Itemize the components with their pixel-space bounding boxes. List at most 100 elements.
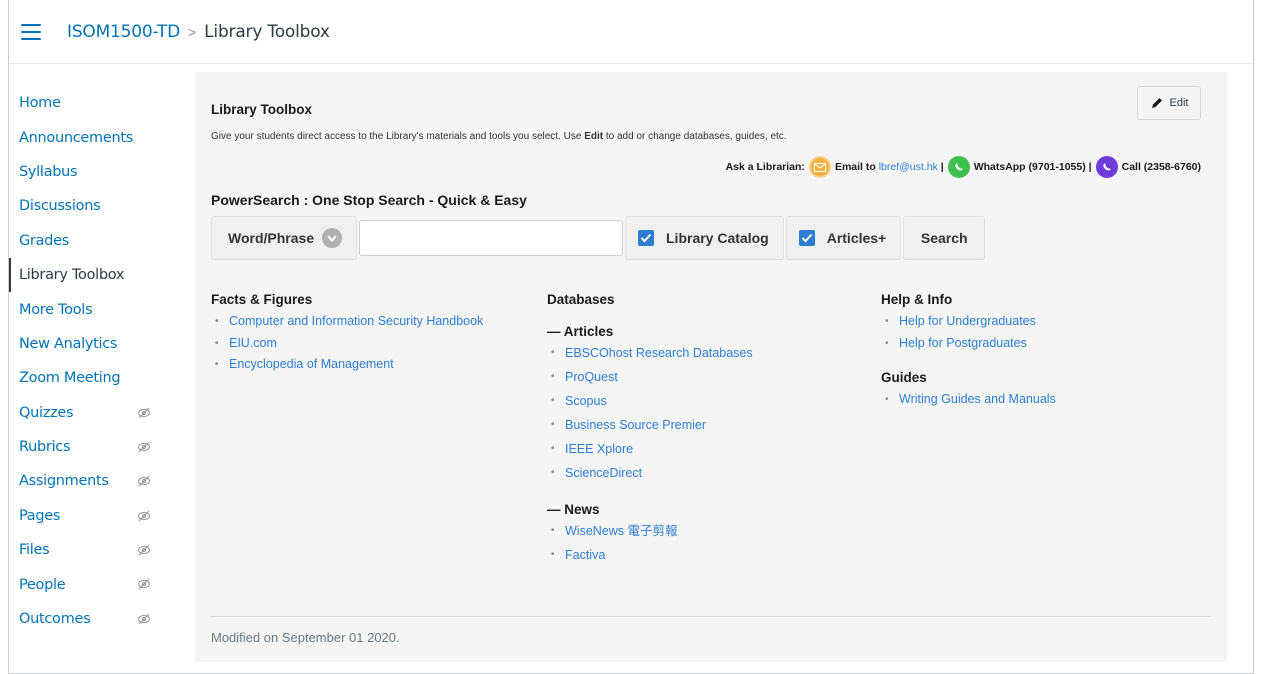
articles-heading: — Articles	[547, 324, 614, 339]
sidebar-item-more-tools[interactable]: More Tools	[9, 292, 179, 326]
resource-link[interactable]: IEEE Xplore	[547, 437, 753, 461]
checkbox-checked-icon	[638, 230, 654, 246]
separator: |	[1088, 161, 1092, 173]
course-navigation: Home Announcements Syllabus Discussions …	[9, 86, 179, 636]
facts-heading: Facts & Figures	[211, 292, 313, 307]
help-info-column: Help & Info Help for Undergraduates Help…	[881, 292, 1056, 411]
search-mode-value: Word/Phrase	[228, 230, 315, 246]
footer-divider	[211, 616, 1211, 617]
resource-link[interactable]: EBSCOhost Research Databases	[547, 341, 753, 365]
email-link[interactable]: lbref@ust.hk	[879, 161, 938, 173]
sidebar-item-label: Outcomes	[19, 611, 91, 628]
sidebar-item-label: Home	[19, 95, 61, 112]
resource-link[interactable]: Encyclopedia of Management	[211, 354, 483, 376]
whatsapp-text[interactable]: WhatsApp (9701-1055)	[974, 161, 1086, 173]
ask-a-librarian: Ask a Librarian: Email to lbref@ust.hk |…	[726, 156, 1201, 178]
breadcrumb-separator-icon: >	[187, 23, 197, 40]
resource-link[interactable]: Writing Guides and Manuals	[881, 389, 1056, 411]
resource-link[interactable]: Computer and Information Security Handbo…	[211, 311, 483, 333]
breadcrumb-course-link[interactable]: ISOM1500-TD	[67, 22, 180, 42]
sidebar-item-grades[interactable]: Grades	[9, 224, 179, 258]
resource-link[interactable]: Help for Postgraduates	[881, 333, 1056, 355]
facts-list: Computer and Information Security Handbo…	[211, 311, 483, 376]
powersearch-title: PowerSearch : One Stop Search - Quick & …	[211, 192, 527, 208]
databases-heading: Databases	[547, 292, 615, 307]
guides-heading: Guides	[881, 370, 927, 385]
edit-button[interactable]: Edit	[1137, 86, 1201, 120]
sidebar-item-assignments[interactable]: Assignments	[9, 464, 179, 498]
call-text[interactable]: Call (2358-6760)	[1122, 161, 1201, 173]
resource-link[interactable]: WiseNews 電子剪報	[547, 519, 753, 543]
hidden-eye-icon	[138, 544, 150, 556]
sidebar-item-label: New Analytics	[19, 335, 118, 352]
library-toolbox-content: Edit Library Toolbox Give your students …	[195, 72, 1227, 662]
sidebar-item-label: Pages	[19, 507, 61, 524]
description-bold: Edit	[584, 131, 604, 142]
sidebar-item-syllabus[interactable]: Syllabus	[9, 155, 179, 189]
sidebar-item-people[interactable]: People	[9, 567, 179, 601]
sidebar-item-label: Quizzes	[19, 404, 74, 421]
sidebar-item-label: Rubrics	[19, 439, 71, 456]
guides-list: Writing Guides and Manuals	[881, 389, 1056, 411]
help-list: Help for Undergraduates Help for Postgra…	[881, 311, 1056, 354]
sidebar-item-announcements[interactable]: Announcements	[9, 120, 179, 154]
resource-link[interactable]: ScienceDirect	[547, 461, 753, 485]
sidebar-item-label: More Tools	[19, 301, 93, 318]
sidebar-item-label: Syllabus	[19, 163, 78, 180]
edit-button-label: Edit	[1169, 97, 1189, 109]
hidden-eye-icon	[138, 407, 150, 418]
library-catalog-checkbox[interactable]: Library Catalog	[625, 216, 784, 260]
sidebar-item-outcomes[interactable]: Outcomes	[9, 602, 179, 636]
help-heading: Help & Info	[881, 292, 953, 307]
sidebar-item-label: Assignments	[19, 473, 109, 490]
hamburger-menu-icon[interactable]	[21, 23, 41, 40]
sidebar-item-discussions[interactable]: Discussions	[9, 189, 179, 223]
sidebar-item-new-analytics[interactable]: New Analytics	[9, 327, 179, 361]
hidden-eye-icon	[138, 613, 150, 625]
search-button[interactable]: Search	[903, 216, 986, 260]
phone-icon[interactable]	[1095, 156, 1118, 178]
sidebar-item-home[interactable]: Home	[9, 86, 179, 120]
resource-link[interactable]: ProQuest	[547, 365, 753, 389]
articles-list: EBSCOhost Research Databases ProQuest Sc…	[547, 341, 753, 485]
checkbox-label: Library Catalog	[666, 230, 769, 246]
sidebar-item-rubrics[interactable]: Rubrics	[9, 430, 179, 464]
resource-link[interactable]: Scopus	[547, 389, 753, 413]
whatsapp-icon[interactable]	[947, 156, 970, 178]
separator: |	[940, 161, 944, 173]
search-mode-select[interactable]: Word/Phrase	[211, 216, 357, 260]
facts-figures-column: Facts & Figures Computer and Information…	[211, 292, 483, 376]
articles-plus-checkbox[interactable]: Articles+	[785, 216, 902, 260]
sidebar-item-label: People	[19, 576, 66, 593]
sidebar-item-quizzes[interactable]: Quizzes	[9, 396, 179, 430]
ask-label: Ask a Librarian:	[725, 161, 805, 173]
email-icon[interactable]	[808, 156, 831, 178]
modified-date: Modified on September 01 2020.	[211, 630, 400, 645]
checkbox-checked-icon	[798, 230, 815, 246]
resource-link[interactable]: Help for Undergraduates	[881, 311, 1056, 333]
page-description: Give your students direct access to the …	[211, 131, 787, 142]
hidden-eye-icon	[138, 510, 150, 522]
resource-link[interactable]: Business Source Premier	[547, 413, 753, 437]
email-prefix: Email to	[834, 161, 876, 173]
chevron-down-icon	[322, 228, 343, 248]
sidebar-item-label: Files	[19, 542, 50, 559]
top-bar: ISOM1500-TD > Library Toolbox	[9, 0, 1253, 64]
sidebar-item-label: Zoom Meeting	[19, 370, 121, 387]
pencil-icon	[1151, 98, 1162, 108]
sidebar-item-pages[interactable]: Pages	[9, 499, 179, 533]
page-title: Library Toolbox	[211, 102, 313, 117]
search-input[interactable]	[359, 220, 623, 256]
description-text: Give your students direct access to the …	[211, 131, 585, 142]
resource-link[interactable]: EIU.com	[211, 333, 483, 355]
powersearch-bar: Word/Phrase Library Catalog Articles+ Se…	[211, 216, 986, 260]
sidebar-item-files[interactable]: Files	[9, 533, 179, 567]
sidebar-item-zoom-meeting[interactable]: Zoom Meeting	[9, 361, 179, 395]
sidebar-item-label: Library Toolbox	[19, 267, 125, 284]
sidebar-item-label: Announcements	[19, 129, 134, 146]
description-text-end: to add or change databases, guides, etc.	[603, 131, 787, 142]
sidebar-item-library-toolbox[interactable]: Library Toolbox	[9, 257, 179, 293]
hidden-eye-icon	[138, 441, 150, 453]
sidebar-item-label: Discussions	[19, 198, 101, 215]
resource-link[interactable]: Factiva	[547, 543, 753, 567]
